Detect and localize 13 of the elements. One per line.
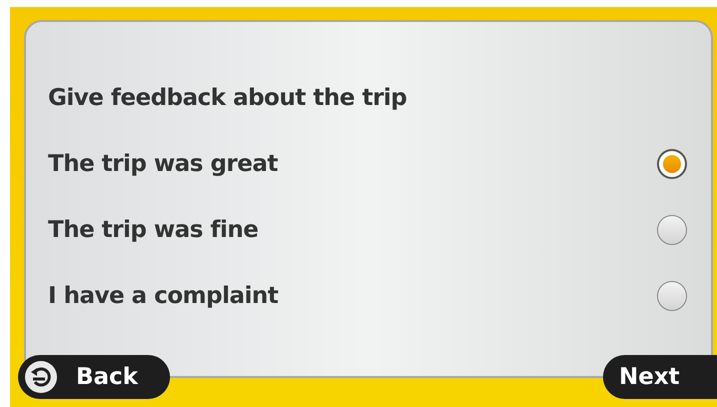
back-icon xyxy=(24,360,58,394)
radio-button[interactable] xyxy=(657,281,687,311)
option-row[interactable]: The trip was fine xyxy=(48,216,687,244)
option-label: The trip was great xyxy=(48,150,278,178)
radio-button[interactable] xyxy=(657,215,687,245)
option-row[interactable]: The trip was great xyxy=(48,150,687,178)
option-label: The trip was fine xyxy=(48,216,258,244)
option-label: I have a complaint xyxy=(48,282,278,310)
radio-button[interactable] xyxy=(657,149,687,179)
back-button[interactable]: Back xyxy=(18,355,170,399)
dialog-title: Give feedback about the trip xyxy=(48,84,408,112)
next-button[interactable]: Next xyxy=(603,355,717,399)
option-row[interactable]: I have a complaint xyxy=(48,282,687,310)
